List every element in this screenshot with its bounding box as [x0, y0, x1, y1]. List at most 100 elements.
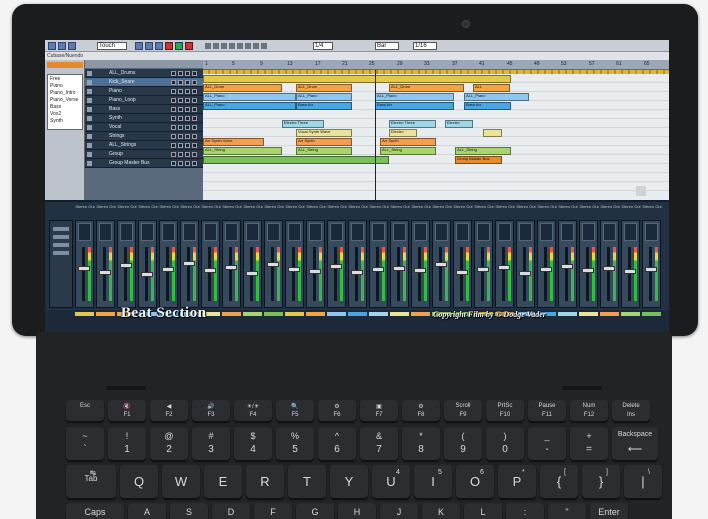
keyboard-key[interactable]: & 7: [360, 427, 398, 461]
mute-button[interactable]: [171, 89, 176, 94]
mute-button[interactable]: [171, 107, 176, 112]
fader-handle[interactable]: [456, 270, 468, 275]
zoom-tool-icon[interactable]: [245, 43, 251, 49]
audio-clip[interactable]: Arr Synth: [380, 138, 436, 146]
keyboard-key[interactable]: | \: [624, 465, 662, 499]
mixer-channel-strip[interactable]: [621, 220, 640, 308]
keyboard-key[interactable]: Pause F11: [528, 400, 566, 422]
insert-slot[interactable]: [561, 223, 574, 241]
keyboard-key[interactable]: P *: [498, 465, 536, 499]
keyboard-key[interactable]: Tab ↹: [66, 465, 116, 499]
record-arm-button[interactable]: [185, 107, 190, 112]
audio-clip[interactable]: ALL_Drum: [203, 84, 282, 92]
erase-tool-icon[interactable]: [237, 43, 243, 49]
mixer-channel-strip[interactable]: [474, 220, 493, 308]
keyboard-key[interactable]: ~ `: [66, 427, 104, 461]
audio-clip[interactable]: Vocal Synth Wave: [296, 129, 352, 137]
keyboard-key[interactable]: T: [288, 465, 326, 499]
keyboard-key[interactable]: L: [464, 503, 502, 519]
inspector-item[interactable]: Piano: [50, 83, 63, 90]
mixer-channel-strip[interactable]: [222, 220, 241, 308]
audio-clip[interactable]: ALL_Drum: [389, 84, 464, 92]
audio-clip[interactable]: ALL_String: [203, 147, 282, 155]
keyboard-key[interactable]: ⚙ F6: [318, 400, 356, 422]
fader-handle[interactable]: [267, 262, 279, 267]
keyboard-key[interactable]: G: [296, 503, 334, 519]
fader-handle[interactable]: [603, 266, 615, 271]
fader-handle[interactable]: [120, 263, 132, 268]
keyboard-key[interactable]: H: [338, 503, 376, 519]
mixer-channel-strip[interactable]: [495, 220, 514, 308]
timeline-ruler[interactable]: 1 5 9 13 17 21 25 29 33 37 41 45 49 53 57 61 65: [203, 60, 669, 70]
mixer-channel-strip[interactable]: [327, 220, 346, 308]
fader-handle[interactable]: [204, 268, 216, 273]
audio-clip[interactable]: Arr Synth Voice: [203, 138, 264, 146]
fader-handle[interactable]: [99, 270, 111, 275]
mixer-channel-strip[interactable]: [285, 220, 304, 308]
insert-slot[interactable]: [330, 223, 343, 241]
mixer-channel-strip[interactable]: [243, 220, 262, 308]
insert-slot[interactable]: [477, 223, 490, 241]
keyboard-key[interactable]: Caps: [66, 503, 124, 519]
keyboard-key[interactable]: }]: [582, 465, 620, 499]
glue-tool-icon[interactable]: [229, 43, 235, 49]
audio-clip[interactable]: ALL_Piano: [203, 102, 296, 110]
track-row[interactable]: Synth: [85, 114, 203, 123]
audio-clip[interactable]: Group Master Bus: [455, 156, 502, 164]
mixer-channel-strip[interactable]: [159, 220, 178, 308]
mixer-channel-strip[interactable]: [579, 220, 598, 308]
fader-handle[interactable]: [78, 266, 90, 271]
insert-slot[interactable]: [351, 223, 364, 241]
fader-handle[interactable]: [246, 271, 258, 276]
insert-slot[interactable]: [435, 223, 448, 241]
mixer-channel-strip[interactable]: [306, 220, 325, 308]
grid-type-field[interactable]: Bar: [375, 42, 399, 50]
mute-tool-icon[interactable]: [253, 43, 259, 49]
keyboard-key[interactable]: I5: [414, 465, 452, 499]
keyboard-key[interactable]: _ -: [528, 427, 566, 461]
mixer-channel-strip[interactable]: [537, 220, 556, 308]
audio-clip[interactable]: ALL_String: [296, 147, 352, 155]
inspector-item[interactable]: Synth: [50, 118, 63, 125]
fader-handle[interactable]: [351, 270, 363, 275]
mixer-common-button[interactable]: [53, 227, 69, 231]
inspector-item[interactable]: Piano_Intro: [50, 90, 76, 97]
keyboard-key[interactable]: R: [246, 465, 284, 499]
audio-clip[interactable]: Bass Arr: [464, 102, 511, 110]
audio-clip[interactable]: Arr Synth: [296, 138, 352, 146]
keyboard-key[interactable]: A: [128, 503, 166, 519]
record-icon[interactable]: [185, 42, 193, 50]
fader-handle[interactable]: [141, 272, 153, 277]
solo-button[interactable]: [178, 134, 183, 139]
fader-handle[interactable]: [624, 269, 636, 274]
insert-slot[interactable]: [603, 223, 616, 241]
audio-clip[interactable]: ALL_Drum: [296, 84, 352, 92]
monitor-button[interactable]: [192, 152, 197, 157]
insert-slot[interactable]: [372, 223, 385, 241]
track-row[interactable]: Strings: [85, 132, 203, 141]
fader-handle[interactable]: [372, 267, 384, 272]
solo-button[interactable]: [178, 98, 183, 103]
insert-slot[interactable]: [414, 223, 427, 241]
play-icon[interactable]: [175, 42, 183, 50]
fader-handle[interactable]: [309, 269, 321, 274]
solo-button[interactable]: [178, 80, 183, 85]
fader-handle[interactable]: [519, 271, 531, 276]
insert-slot[interactable]: [288, 223, 301, 241]
pointer-tool-icon[interactable]: [205, 43, 211, 49]
keyboard-key[interactable]: Enter: [590, 503, 628, 519]
keyboard-key[interactable]: ☀/☀ F4: [234, 400, 272, 422]
save-button[interactable]: [68, 42, 76, 50]
keyboard-key[interactable]: % 5: [276, 427, 314, 461]
arrange-lane[interactable]: [203, 119, 669, 128]
keyboard-key[interactable]: 🔇 F1: [108, 400, 146, 422]
insert-slot[interactable]: [582, 223, 595, 241]
mute-button[interactable]: [171, 143, 176, 148]
insert-slot[interactable]: [498, 223, 511, 241]
fader-handle[interactable]: [540, 267, 552, 272]
mixer-channel-strip[interactable]: [348, 220, 367, 308]
audio-clip[interactable]: ALL_Piano: [464, 93, 529, 101]
fader-handle[interactable]: [477, 267, 489, 272]
keyboard-key[interactable]: U4: [372, 465, 410, 499]
keyboard-key[interactable]: * 8: [402, 427, 440, 461]
